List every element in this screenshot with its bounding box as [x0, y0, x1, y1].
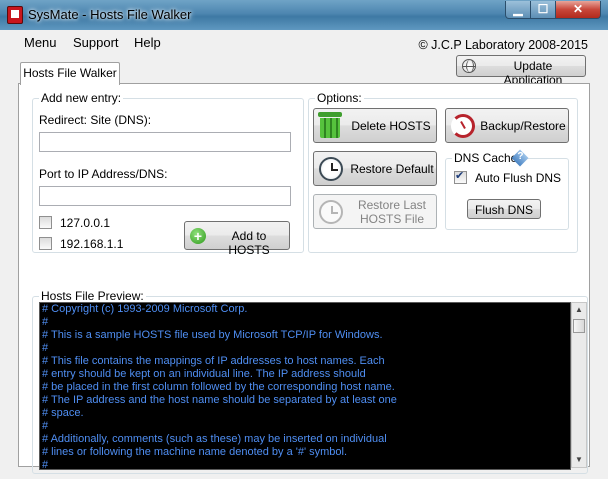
trash-icon [318, 112, 342, 138]
port-ip-label: Port to IP Address/DNS: [39, 167, 168, 181]
add-to-hosts-button[interactable]: + Add to HOSTS [184, 221, 290, 257]
title-bar[interactable]: SysMate - Hosts File Walker ▁ ☐ ✕ [0, 0, 608, 30]
router-label: 192.168.1.1 [60, 237, 124, 251]
scroll-up-icon[interactable]: ▲ [572, 303, 586, 317]
restore-clock-icon [451, 114, 475, 138]
redirect-site-input[interactable] [39, 132, 291, 152]
flush-dns-label: Flush DNS [474, 203, 533, 217]
router-checkbox[interactable] [39, 237, 52, 250]
preview-line: # lines or following the machine name de… [42, 446, 348, 458]
localhost-label: 127.0.0.1 [60, 216, 111, 230]
add-to-hosts-label: Add to HOSTS [228, 229, 270, 257]
add-entry-group: Add new entry: Redirect: Site (DNS): Por… [32, 91, 304, 257]
restore-last-hosts-label: Restore Last HOSTS File [348, 198, 436, 226]
dns-cache-group: DNS Cache ? Auto Flush DNS Flush DNS [445, 149, 569, 230]
preview-line: # Copyright (c) 1993-2009 Microsoft Corp… [42, 303, 248, 315]
restore-last-line1: Restore Last [357, 198, 427, 212]
copyright-text: © J.C.P Laboratory 2008-2015 [418, 38, 588, 52]
delete-hosts-label: Delete HOSTS [351, 119, 431, 133]
restore-default-button[interactable]: Restore Default [313, 151, 437, 186]
preview-scrollbar[interactable]: ▲ ▼ [571, 302, 587, 468]
backup-restore-label: Backup/Restore [480, 119, 566, 133]
preview-line: # be placed in the first column followed… [42, 381, 395, 393]
option-localhost[interactable]: 127.0.0.1 [39, 216, 110, 230]
redirect-site-label: Redirect: Site (DNS): [39, 113, 152, 127]
restore-last-line2: HOSTS File [359, 212, 424, 226]
preview-line: # [42, 459, 49, 470]
preview-group: Hosts File Preview: # Copyright (c) 1993… [32, 289, 588, 474]
menu-bar: Menu Support Help © J.C.P Laboratory 200… [8, 30, 600, 54]
preview-line: # The IP address and the host name shoul… [42, 394, 397, 406]
add-entry-group-label: Add new entry: [39, 91, 124, 105]
close-button[interactable]: ✕ [555, 1, 601, 19]
option-router[interactable]: 192.168.1.1 [39, 237, 123, 251]
preview-line: # [42, 342, 49, 354]
backup-restore-button[interactable]: Backup/Restore [445, 108, 569, 143]
preview-line: # entry should be kept on an individual … [42, 368, 366, 380]
preview-line: # Additionally, comments (such as these)… [42, 433, 387, 445]
dns-cache-label: DNS Cache [452, 151, 520, 165]
clock-icon [319, 157, 343, 181]
preview-line: # This file contains the mappings of IP … [42, 355, 385, 367]
menu-item-support[interactable]: Support [73, 35, 119, 50]
localhost-checkbox[interactable] [39, 216, 52, 229]
auto-flush-option[interactable]: Auto Flush DNS [454, 169, 562, 185]
menu-item-help[interactable]: Help [134, 35, 161, 50]
tab-hosts-file-walker[interactable]: Hosts File Walker [20, 62, 120, 85]
restore-default-label: Restore Default [350, 162, 434, 176]
flush-dns-button[interactable]: Flush DNS [467, 199, 541, 219]
auto-flush-checkbox[interactable] [454, 169, 467, 184]
update-application-button[interactable]: Update Application [456, 55, 586, 87]
app-window: SysMate - Hosts File Walker ▁ ☐ ✕ Menu S… [0, 0, 608, 479]
port-ip-input[interactable] [39, 186, 291, 206]
options-group-label: Options: [315, 91, 364, 105]
options-group: Options: Delete HOSTS Backup/Restore Res… [308, 91, 578, 253]
delete-hosts-button[interactable]: Delete HOSTS [313, 108, 437, 143]
menu-item-menu[interactable]: Menu [24, 35, 57, 50]
add-icon: + [190, 228, 206, 244]
globe-icon [462, 59, 476, 73]
preview-line: # [42, 420, 49, 432]
tab-panel: Add new entry: Redirect: Site (DNS): Por… [18, 83, 590, 474]
preview-line: # space. [42, 407, 84, 419]
preview-line: # This is a sample HOSTS file used by Mi… [42, 329, 383, 341]
scroll-down-icon[interactable]: ▼ [572, 453, 586, 467]
app-icon[interactable] [7, 6, 23, 24]
auto-flush-label: Auto Flush DNS [475, 171, 562, 185]
preview-group-label: Hosts File Preview: [39, 289, 146, 303]
client-area: Menu Support Help © J.C.P Laboratory 200… [8, 30, 600, 474]
minimize-button[interactable]: ▁ [505, 1, 531, 19]
restore-last-hosts-button[interactable]: Restore Last HOSTS File [313, 194, 437, 229]
maximize-button[interactable]: ☐ [530, 1, 556, 19]
window-title: SysMate - Hosts File Walker [28, 7, 192, 22]
preview-line: # [42, 316, 49, 328]
hosts-preview-text[interactable]: # Copyright (c) 1993-2009 Microsoft Corp… [39, 302, 571, 470]
scroll-thumb[interactable] [573, 319, 585, 333]
clock-faded-icon [319, 200, 343, 224]
